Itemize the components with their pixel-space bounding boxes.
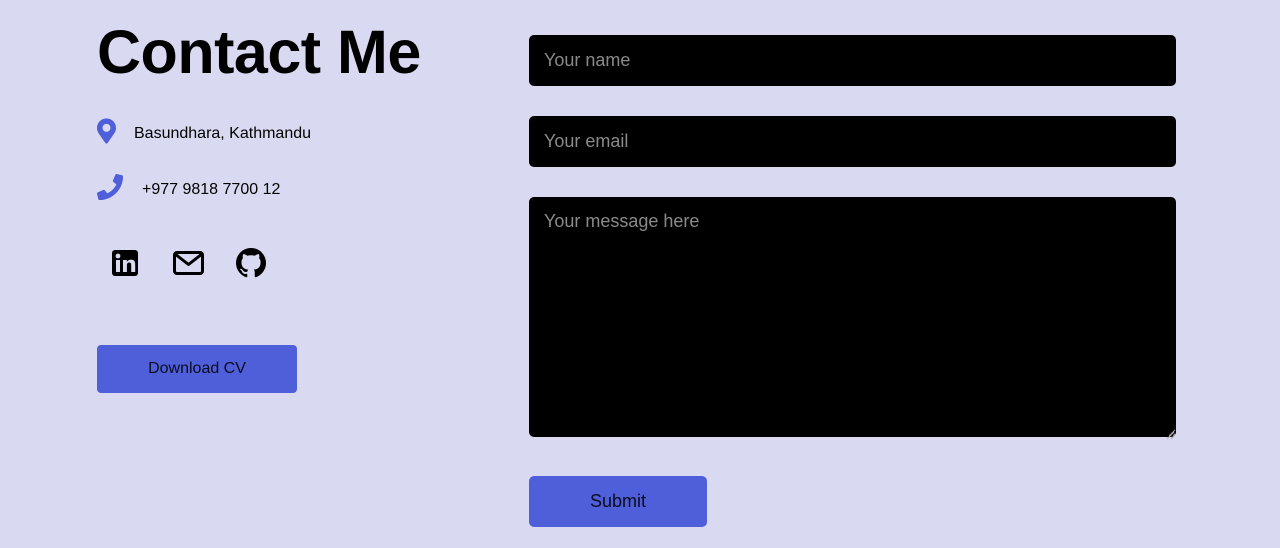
mail-icon[interactable] xyxy=(172,249,204,277)
phone-icon xyxy=(97,174,123,205)
name-input[interactable] xyxy=(529,35,1176,86)
github-icon[interactable] xyxy=(235,247,267,279)
page-title: Contact Me xyxy=(97,18,421,86)
submit-button[interactable]: Submit xyxy=(529,476,707,527)
contact-section: Contact Me Basundhara, Kathmandu +977 98… xyxy=(0,0,1280,548)
address-row: Basundhara, Kathmandu xyxy=(97,118,311,149)
map-pin-icon xyxy=(97,118,116,149)
phone-row: +977 9818 7700 12 xyxy=(97,174,280,205)
phone-text: +977 9818 7700 12 xyxy=(142,180,281,198)
address-text: Basundhara, Kathmandu xyxy=(134,124,312,142)
message-textarea[interactable] xyxy=(529,197,1176,437)
email-input[interactable] xyxy=(529,116,1176,167)
resize-grip-icon[interactable] xyxy=(1166,427,1175,440)
linkedin-icon[interactable] xyxy=(111,249,139,278)
social-links xyxy=(111,247,267,279)
download-cv-button[interactable]: Download CV xyxy=(97,345,297,393)
